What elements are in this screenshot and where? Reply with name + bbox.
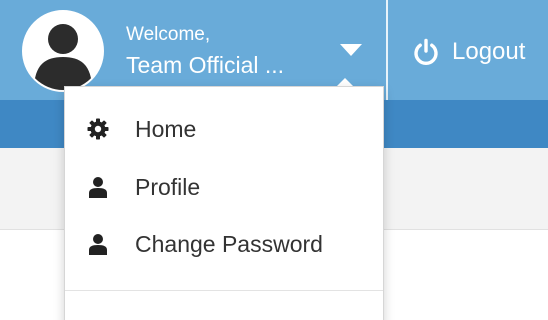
gear-icon (87, 118, 109, 140)
username-label: Team Official ... (126, 52, 285, 78)
caret-down-icon[interactable] (340, 44, 362, 58)
default-avatar-icon (24, 12, 102, 90)
power-icon (414, 38, 438, 66)
menu-item-label: Profile (135, 174, 201, 200)
menu-item-profile[interactable]: Profile (65, 161, 383, 211)
user-dropdown-menu: Home Profile Change Password (64, 86, 384, 320)
user-icon (89, 177, 107, 198)
user-icon (89, 234, 107, 255)
header-divider (386, 0, 388, 100)
logout-label: Logout (452, 38, 526, 65)
user-menu-toggle[interactable]: Welcome, Team Official ... (0, 0, 386, 100)
logout-button[interactable]: Logout (390, 0, 548, 100)
menu-divider (65, 290, 383, 291)
app-stage: Welcome, Team Official ... Logout Home P… (0, 0, 548, 320)
menu-item-label: Home (135, 116, 197, 142)
avatar (22, 10, 104, 92)
menu-item-change-password[interactable]: Change Password (65, 218, 383, 268)
menu-item-home[interactable]: Home (65, 103, 383, 153)
menu-item-label: Change Password (135, 231, 323, 257)
welcome-text: Welcome, (126, 24, 211, 45)
